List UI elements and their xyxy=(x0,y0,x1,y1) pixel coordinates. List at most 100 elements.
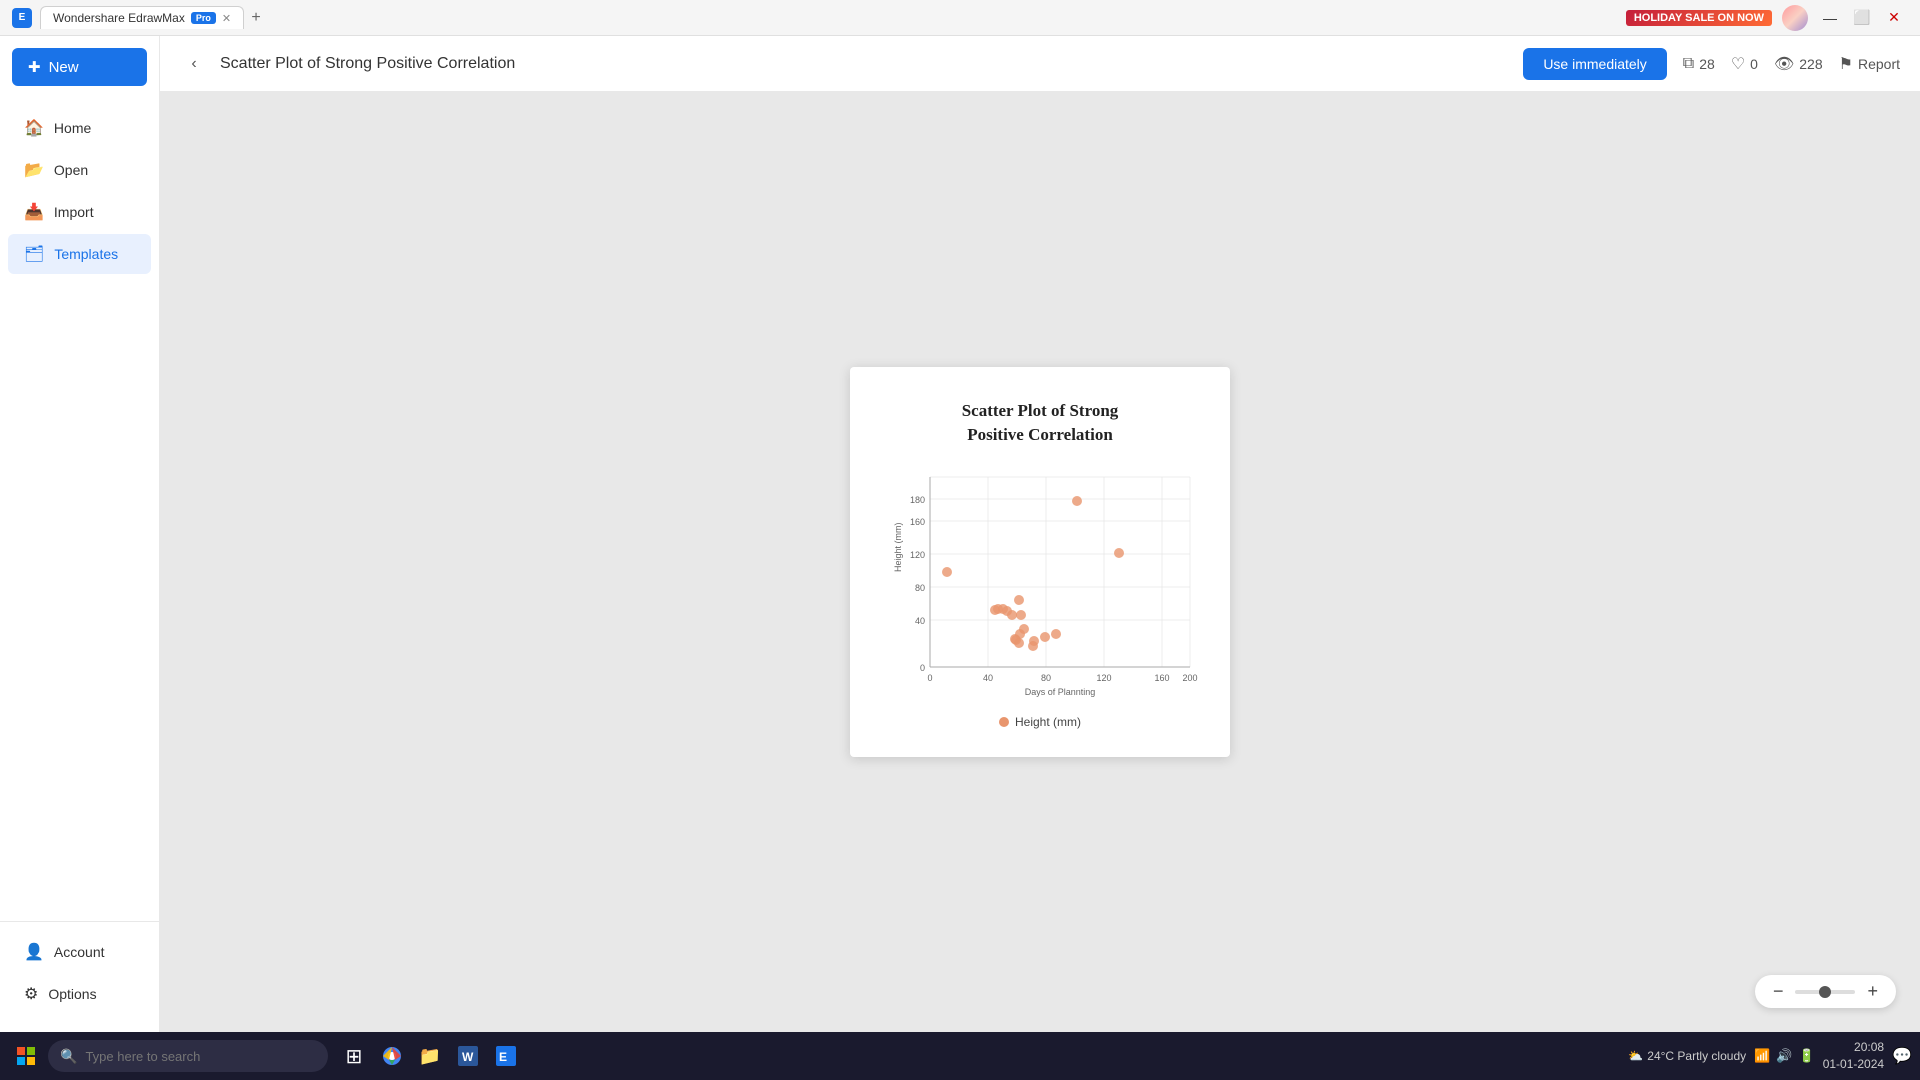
sidebar-item-import[interactable]: 📥 Import xyxy=(8,192,151,232)
minimize-button[interactable]: — xyxy=(1816,8,1844,28)
svg-text:120: 120 xyxy=(1096,673,1111,683)
svg-text:0: 0 xyxy=(927,673,932,683)
network-icon: 📶 xyxy=(1754,1048,1770,1064)
zoom-controls: − + xyxy=(1755,975,1896,1008)
search-input[interactable] xyxy=(85,1049,316,1064)
avatar[interactable] xyxy=(1782,5,1808,31)
views-stat: 👁 228 xyxy=(1774,54,1823,74)
zoom-slider[interactable] xyxy=(1795,990,1855,994)
topbar-actions: Use immediately ⧉ 28 ♡ 0 👁 228 ⚑ Report xyxy=(1523,48,1900,80)
svg-text:Height (mm): Height (mm) xyxy=(893,522,903,572)
plus-icon: ✚ xyxy=(28,58,41,76)
time-display: 20:08 xyxy=(1823,1039,1884,1056)
svg-text:E: E xyxy=(499,1050,507,1064)
zoom-in-button[interactable]: + xyxy=(1861,979,1884,1004)
weather-info: ⛅ 24°C Partly cloudy xyxy=(1628,1049,1746,1063)
chart-legend: Height (mm) xyxy=(890,715,1190,729)
svg-text:160: 160 xyxy=(1154,673,1169,683)
views-count: 228 xyxy=(1799,56,1822,72)
sidebar-item-home-label: Home xyxy=(54,120,91,136)
copies-stat: ⧉ 28 xyxy=(1683,55,1715,73)
svg-text:200: 200 xyxy=(1182,673,1197,683)
tab-close[interactable]: ✕ xyxy=(222,12,231,25)
legend-label: Height (mm) xyxy=(1015,715,1081,729)
svg-text:40: 40 xyxy=(915,616,925,626)
new-label: New xyxy=(49,59,79,76)
chart-card: Scatter Plot of Strong Positive Correlat… xyxy=(850,367,1230,757)
svg-text:W: W xyxy=(462,1050,474,1064)
taskbar-right: ⛅ 24°C Partly cloudy 📶 🔊 🔋 20:08 01-01-2… xyxy=(1628,1039,1912,1073)
content-area: ‹ Scatter Plot of Strong Positive Correl… xyxy=(160,36,1920,1032)
date-display: 01-01-2024 xyxy=(1823,1056,1884,1073)
svg-text:120: 120 xyxy=(910,550,925,560)
clock: 20:08 01-01-2024 xyxy=(1823,1039,1884,1073)
sidebar-item-templates[interactable]: 🗂 Templates xyxy=(8,234,151,274)
report-label: Report xyxy=(1858,56,1900,72)
svg-text:80: 80 xyxy=(1041,673,1051,683)
sidebar-item-open[interactable]: 📂 Open xyxy=(8,150,151,190)
window-controls: — ⬜ ✕ xyxy=(1816,8,1908,28)
scatter-svg: 0 40 80 120 160 180 0 40 80 120 160 200 xyxy=(890,467,1200,707)
sidebar-item-import-label: Import xyxy=(54,204,94,220)
sidebar-item-options-label: Options xyxy=(48,986,96,1002)
likes-stat[interactable]: ♡ 0 xyxy=(1731,54,1758,74)
sidebar-bottom: 👤 Account ⚙ Options xyxy=(0,921,159,1032)
sidebar-item-home[interactable]: 🏠 Home xyxy=(8,108,151,148)
app-logo: E xyxy=(12,8,32,28)
zoom-thumb xyxy=(1819,986,1831,998)
close-button[interactable]: ✕ xyxy=(1880,8,1908,28)
open-icon: 📂 xyxy=(24,160,44,180)
word-app[interactable]: W xyxy=(450,1038,486,1074)
account-icon: 👤 xyxy=(24,942,44,962)
new-tab-button[interactable]: + xyxy=(244,6,268,30)
taskbar-apps: ⊞ 📁 W E xyxy=(336,1038,524,1074)
svg-text:0: 0 xyxy=(920,663,925,673)
sidebar-item-open-label: Open xyxy=(54,162,88,178)
weather-icon: ⛅ xyxy=(1628,1049,1643,1063)
use-immediately-button[interactable]: Use immediately xyxy=(1523,48,1666,80)
flag-icon: ⚑ xyxy=(1839,54,1853,74)
battery-icon: 🔋 xyxy=(1799,1048,1815,1064)
notification-icon[interactable]: 💬 xyxy=(1892,1046,1912,1066)
page-title: Scatter Plot of Strong Positive Correlat… xyxy=(220,55,1511,73)
legend-dot xyxy=(999,717,1009,727)
likes-count: 0 xyxy=(1750,56,1758,72)
svg-text:80: 80 xyxy=(915,583,925,593)
back-button[interactable]: ‹ xyxy=(180,50,208,78)
topbar: ‹ Scatter Plot of Strong Positive Correl… xyxy=(160,36,1920,92)
import-icon: 📥 xyxy=(24,202,44,222)
chrome-app[interactable] xyxy=(374,1038,410,1074)
templates-icon: 🗂 xyxy=(24,244,44,264)
sidebar-item-options[interactable]: ⚙ Options xyxy=(8,974,151,1014)
sidebar-nav: 🏠 Home 📂 Open 📥 Import 🗂 Templates xyxy=(0,98,159,921)
taskbar: 🔍 ⊞ 📁 W E ⛅ 24°C Partly cloudy 📶 🔊 🔋 20:… xyxy=(0,1032,1920,1080)
chart-title: Scatter Plot of Strong Positive Correlat… xyxy=(890,399,1190,447)
holiday-badge: HOLIDAY SALE ON NOW xyxy=(1626,10,1772,26)
canvas-area[interactable]: Scatter Plot of Strong Positive Correlat… xyxy=(160,92,1920,1032)
system-tray: 📶 🔊 🔋 xyxy=(1754,1048,1815,1064)
svg-text:40: 40 xyxy=(983,673,993,683)
file-explorer-app[interactable]: 📁 xyxy=(412,1038,448,1074)
edraw-app[interactable]: E xyxy=(488,1038,524,1074)
titlebar: E Wondershare EdrawMax Pro ✕ + HOLIDAY S… xyxy=(0,0,1920,36)
zoom-out-button[interactable]: − xyxy=(1767,979,1790,1004)
new-button[interactable]: ✚ New xyxy=(12,48,147,86)
sidebar-item-account[interactable]: 👤 Account xyxy=(8,932,151,972)
sidebar-item-templates-label: Templates xyxy=(54,246,118,262)
heart-icon: ♡ xyxy=(1731,54,1745,74)
eye-icon: 👁 xyxy=(1774,54,1794,74)
report-button[interactable]: ⚑ Report xyxy=(1839,54,1900,74)
start-button[interactable] xyxy=(8,1038,44,1074)
svg-text:160: 160 xyxy=(910,517,925,527)
tab-title: Wondershare EdrawMax xyxy=(53,11,185,25)
volume-icon: 🔊 xyxy=(1776,1048,1792,1064)
home-icon: 🏠 xyxy=(24,118,44,138)
svg-text:180: 180 xyxy=(910,495,925,505)
sidebar-item-account-label: Account xyxy=(54,944,105,960)
app-tab[interactable]: Wondershare EdrawMax Pro ✕ xyxy=(40,6,244,29)
task-view-button[interactable]: ⊞ xyxy=(336,1038,372,1074)
maximize-button[interactable]: ⬜ xyxy=(1848,8,1876,28)
taskbar-search-box[interactable]: 🔍 xyxy=(48,1040,328,1072)
main-layout: ✚ New 🏠 Home 📂 Open 📥 Import 🗂 Templates xyxy=(0,36,1920,1032)
svg-text:Days of Plannting: Days of Plannting xyxy=(1025,687,1096,697)
